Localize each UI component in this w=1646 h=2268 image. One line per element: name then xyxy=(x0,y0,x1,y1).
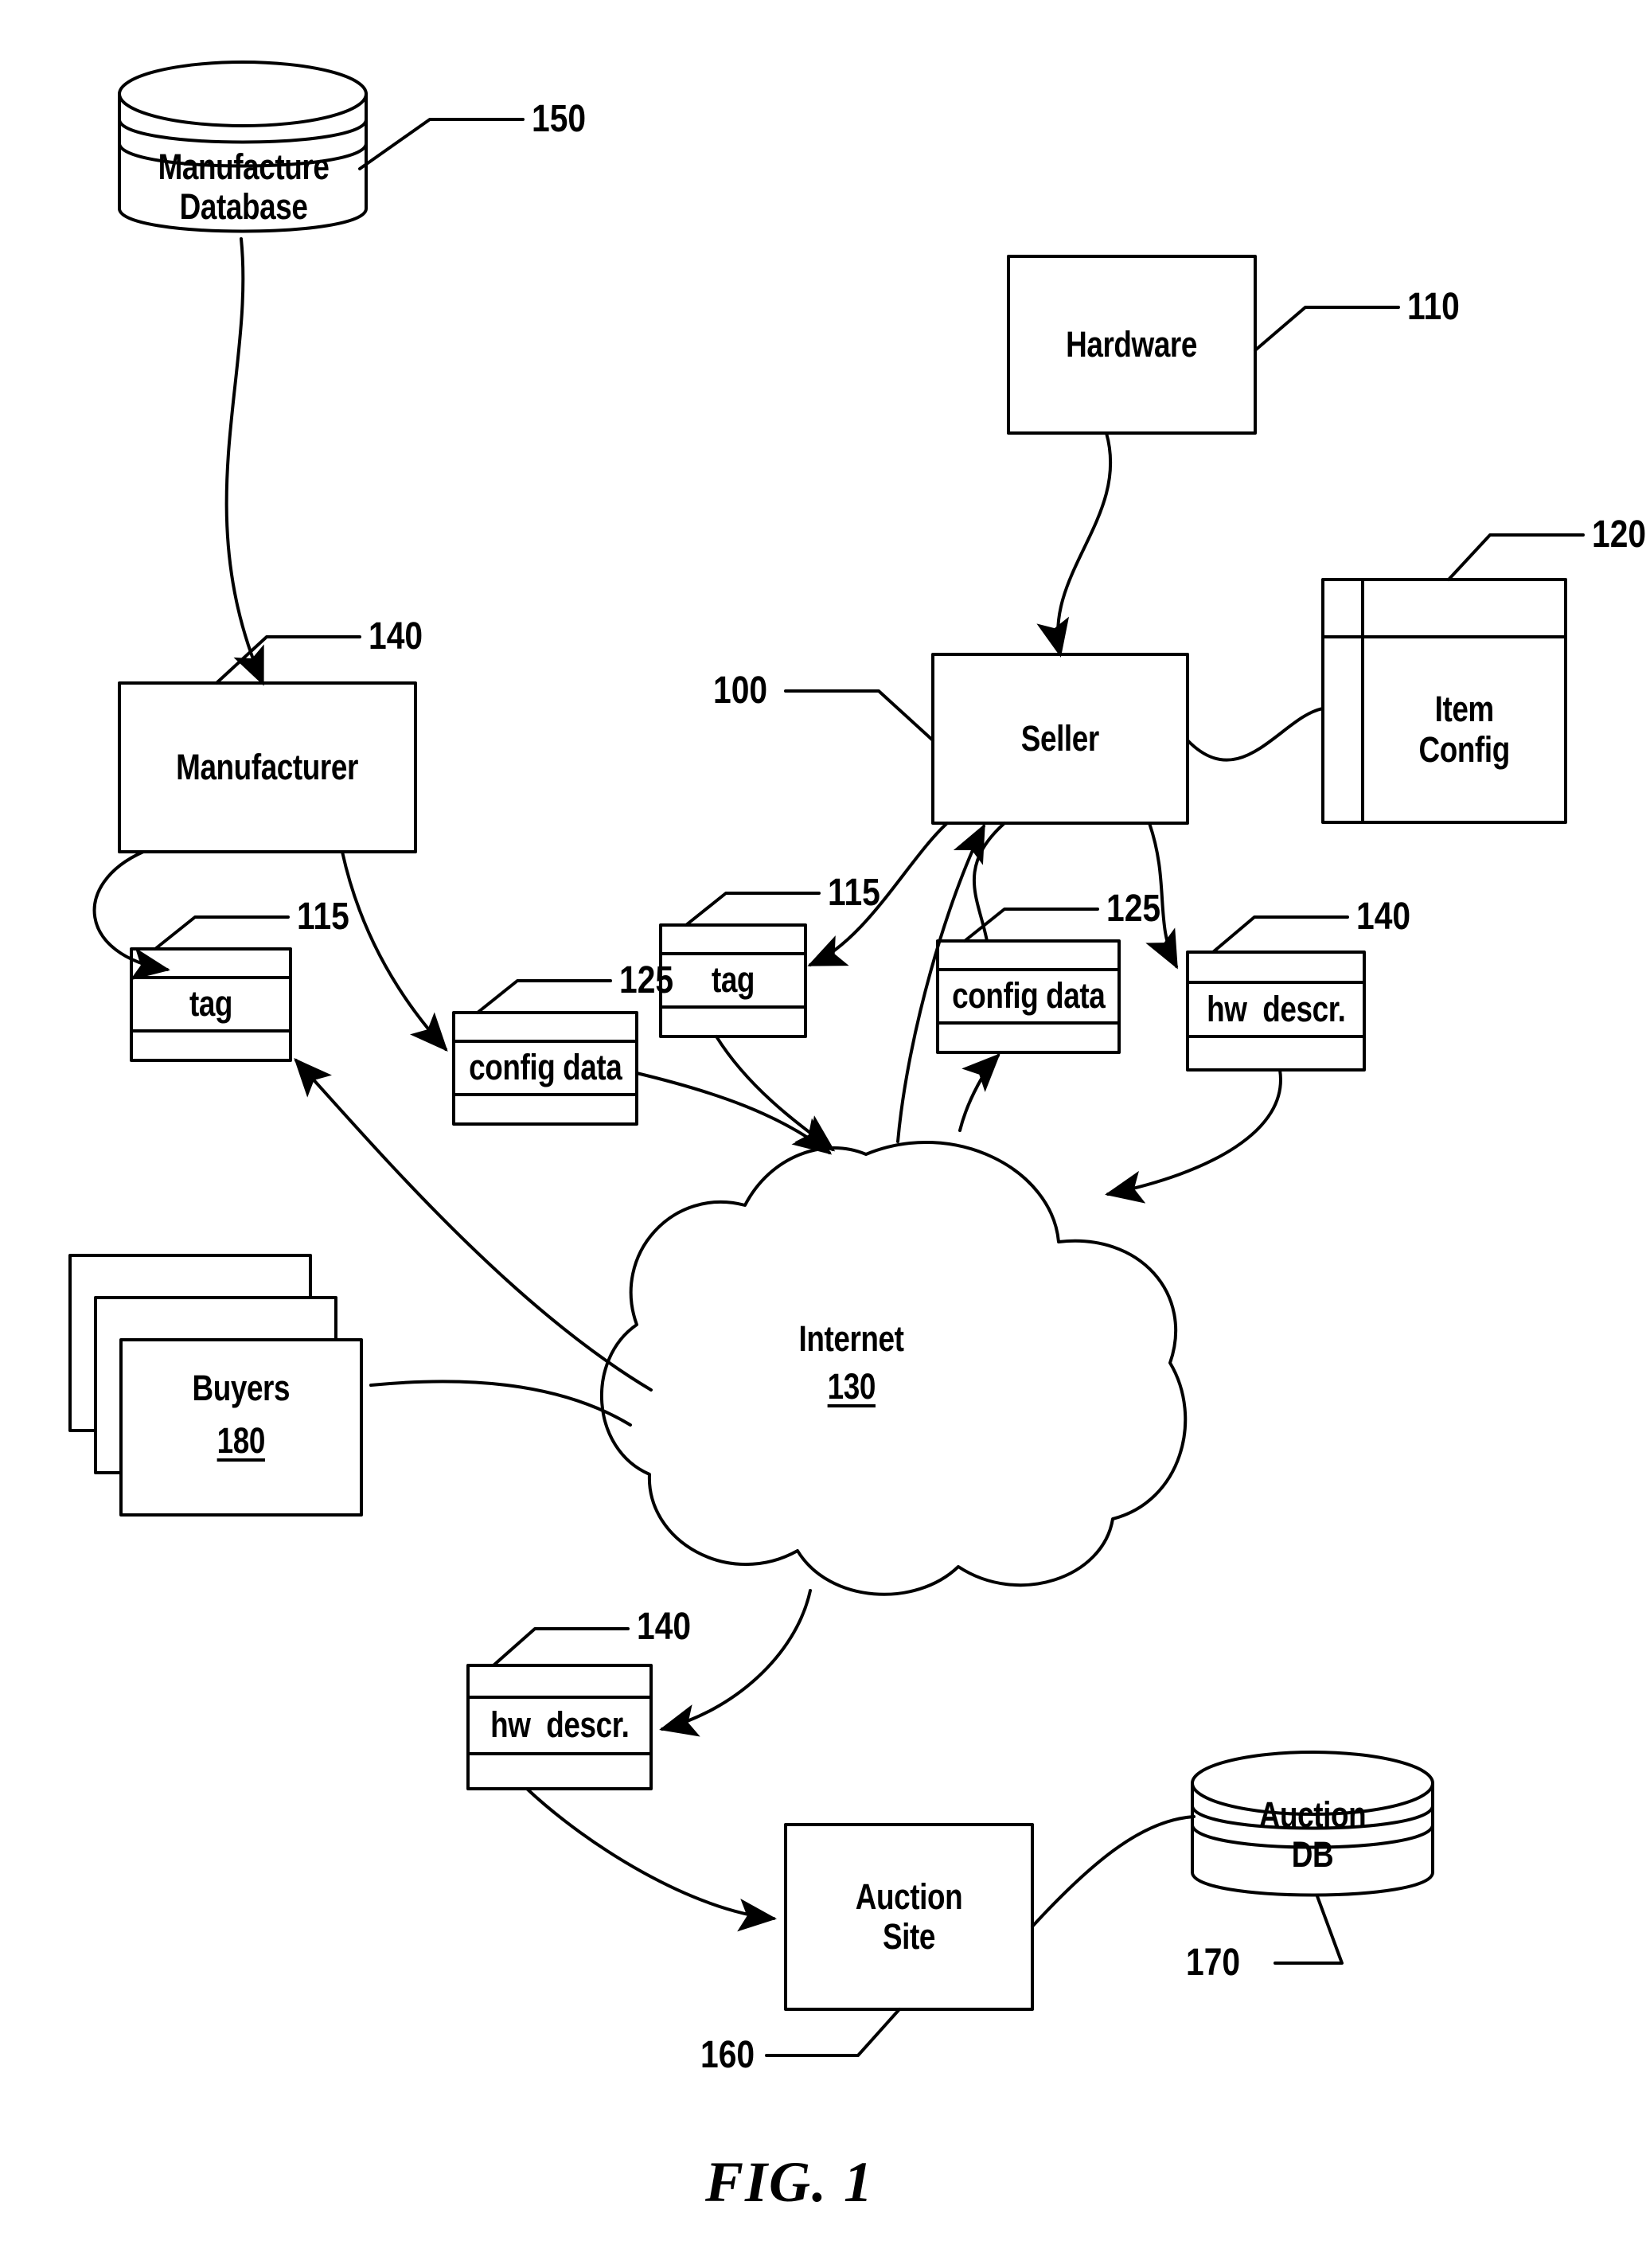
ref-170: 170 xyxy=(1186,1942,1241,1984)
hardware-box xyxy=(1007,255,1257,435)
ref-110: 110 xyxy=(1407,286,1460,328)
internet-cloud-shape xyxy=(599,1141,1188,1596)
hw-descr-right-shape xyxy=(1186,951,1366,1072)
ref-125-right: 125 xyxy=(1106,888,1161,930)
ref-140-manufacturer: 140 xyxy=(369,615,423,658)
hw-descr-bottom-shape xyxy=(466,1664,653,1790)
auction-db-shape xyxy=(1191,1751,1434,1897)
buyers-stack-shape xyxy=(68,1254,363,1517)
config-data-right-shape xyxy=(936,939,1121,1054)
patent-figure-sheet: Manufacture Database 150 Manufacturer 140… xyxy=(0,0,1646,2268)
ref-150: 150 xyxy=(532,98,587,140)
ref-125-left: 125 xyxy=(619,959,674,1001)
ref-140-hw-right: 140 xyxy=(1356,896,1411,938)
config-data-left-shape xyxy=(452,1011,638,1126)
ref-115-left: 115 xyxy=(297,896,349,938)
manufacturer-box xyxy=(118,681,417,853)
ref-140-hw-bottom: 140 xyxy=(637,1606,692,1648)
ref-115-mid: 115 xyxy=(828,872,880,914)
auction-site-box xyxy=(784,1823,1034,2011)
ref-100: 100 xyxy=(713,669,768,712)
figure-caption: FIG. 1 xyxy=(705,2150,875,2214)
ref-160: 160 xyxy=(700,2034,755,2076)
manufacture-database-shape xyxy=(118,61,368,233)
ref-120: 120 xyxy=(1592,513,1646,556)
seller-box xyxy=(931,653,1189,825)
tag-mid-shape xyxy=(659,923,807,1038)
item-config-shape xyxy=(1321,578,1567,824)
diagram-vector-layer xyxy=(68,61,1585,2057)
